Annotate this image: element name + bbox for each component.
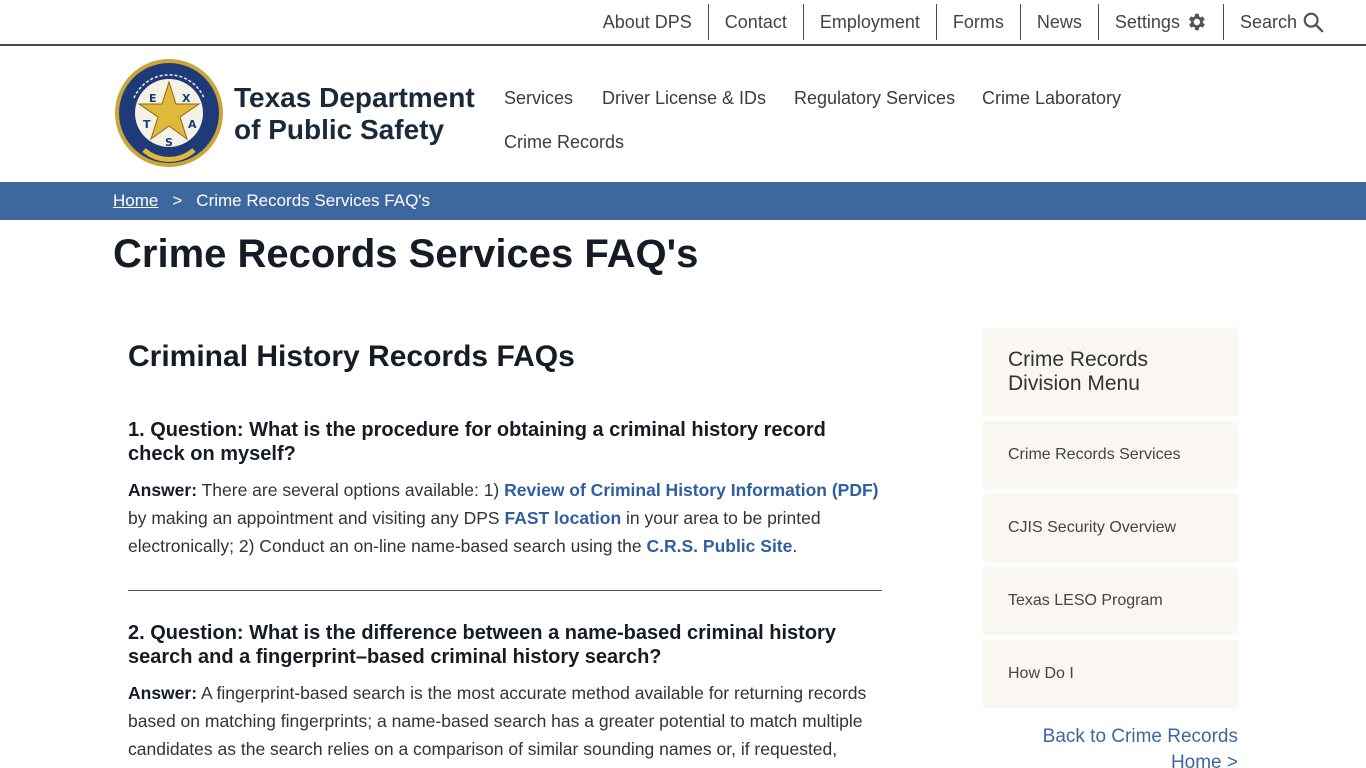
site-header: E X T A S Texas Department of Public Saf… xyxy=(0,46,1366,182)
search-icon xyxy=(1302,11,1324,33)
nav-regulatory-services[interactable]: Regulatory Services xyxy=(794,88,955,109)
search-button[interactable]: Search xyxy=(1222,4,1340,40)
sidebar-item-how-do-i[interactable]: How Do I xyxy=(983,640,1238,708)
svg-text:E: E xyxy=(149,92,157,105)
svg-text:S: S xyxy=(165,136,173,149)
sidebar-item-cjis-security[interactable]: CJIS Security Overview xyxy=(983,494,1238,562)
svg-text:A: A xyxy=(188,118,197,131)
dps-seal-logo[interactable]: E X T A S xyxy=(114,58,224,168)
sidebar-item-texas-leso[interactable]: Texas LESO Program xyxy=(983,567,1238,635)
sidebar-menu: Crime Records Division Menu Crime Record… xyxy=(983,328,1238,708)
utility-link-news[interactable]: News xyxy=(1019,4,1098,40)
svg-text:T: T xyxy=(143,118,151,131)
back-to-crime-records-link[interactable]: Back to Crime Records Home > xyxy=(983,724,1238,768)
gear-icon xyxy=(1185,11,1207,33)
fast-location-link[interactable]: FAST location xyxy=(504,508,621,528)
nav-driver-license[interactable]: Driver License & IDs xyxy=(602,88,766,109)
nav-services[interactable]: Services xyxy=(504,88,573,109)
svg-text:X: X xyxy=(182,92,191,105)
faq-question: 2. Question: What is the difference betw… xyxy=(128,622,836,668)
faq-item: 1. Question: What is the procedure for o… xyxy=(128,418,882,560)
utility-link-forms[interactable]: Forms xyxy=(935,4,1020,40)
utility-nav: About DPS Contact Employment Forms News … xyxy=(587,4,1340,40)
breadcrumb-home-link[interactable]: Home xyxy=(113,191,158,211)
review-criminal-history-link[interactable]: Review of Criminal History Information (… xyxy=(504,480,878,500)
main-content: Criminal History Records FAQs 1. Questio… xyxy=(128,340,882,763)
utility-link-contact[interactable]: Contact xyxy=(707,4,803,40)
utility-link-about[interactable]: About DPS xyxy=(587,4,708,40)
faq-answer: Answer: A fingerprint-based search is th… xyxy=(128,683,867,759)
crs-public-site-link[interactable]: C.R.S. Public Site xyxy=(647,536,793,556)
breadcrumb-separator: > xyxy=(172,191,183,210)
faq-item: 2. Question: What is the difference betw… xyxy=(128,621,882,763)
settings-button[interactable]: Settings xyxy=(1097,4,1223,40)
sidebar-heading: Crime Records Division Menu xyxy=(983,328,1238,416)
section-title: Criminal History Records FAQs xyxy=(128,340,575,373)
faq-answer: Answer: There are several options availa… xyxy=(128,480,879,556)
breadcrumb: Home > Crime Records Services FAQ's xyxy=(0,182,1366,220)
page-title: Crime Records Services FAQ's xyxy=(113,232,699,276)
nav-crime-records[interactable]: Crime Records xyxy=(504,132,624,153)
nav-crime-laboratory[interactable]: Crime Laboratory xyxy=(982,88,1121,109)
faq-divider xyxy=(128,590,882,591)
utility-link-employment[interactable]: Employment xyxy=(802,4,936,40)
site-logo-text[interactable]: Texas Department of Public Safety xyxy=(234,82,475,146)
sidebar-item-crime-records-services[interactable]: Crime Records Services xyxy=(983,421,1238,489)
breadcrumb-current: Crime Records Services FAQ's xyxy=(196,191,431,210)
faq-question: 1. Question: What is the procedure for o… xyxy=(128,419,826,465)
utility-bar: About DPS Contact Employment Forms News … xyxy=(0,0,1366,46)
